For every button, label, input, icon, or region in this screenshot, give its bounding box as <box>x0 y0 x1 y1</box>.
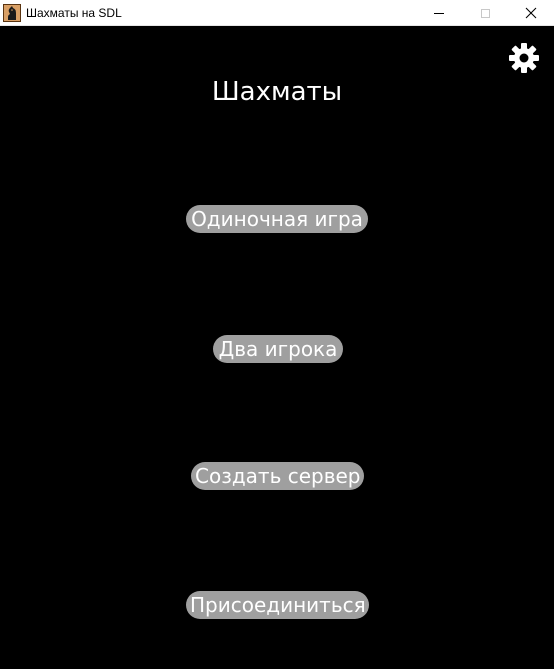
minimize-icon <box>434 12 444 14</box>
page-title: Шахматы <box>211 77 343 107</box>
window-title: Шахматы на SDL <box>26 6 122 20</box>
maximize-icon <box>480 8 490 18</box>
app-window: Шахматы на SDL Шахматы Одиночная игра Дв… <box>0 0 554 669</box>
gear-icon <box>509 43 539 73</box>
close-button[interactable] <box>508 0 554 26</box>
settings-button[interactable] <box>508 42 540 74</box>
two-players-button[interactable]: Два игрока <box>213 335 343 363</box>
maximize-button[interactable] <box>462 0 508 26</box>
title-bar[interactable]: Шахматы на SDL <box>0 0 554 26</box>
minimize-button[interactable] <box>416 0 462 26</box>
single-player-button[interactable]: Одиночная игра <box>186 205 368 233</box>
chess-knight-icon <box>3 4 21 22</box>
create-server-button[interactable]: Создать сервер <box>191 462 364 490</box>
close-icon <box>525 7 537 19</box>
join-button[interactable]: Присоединиться <box>186 591 369 619</box>
